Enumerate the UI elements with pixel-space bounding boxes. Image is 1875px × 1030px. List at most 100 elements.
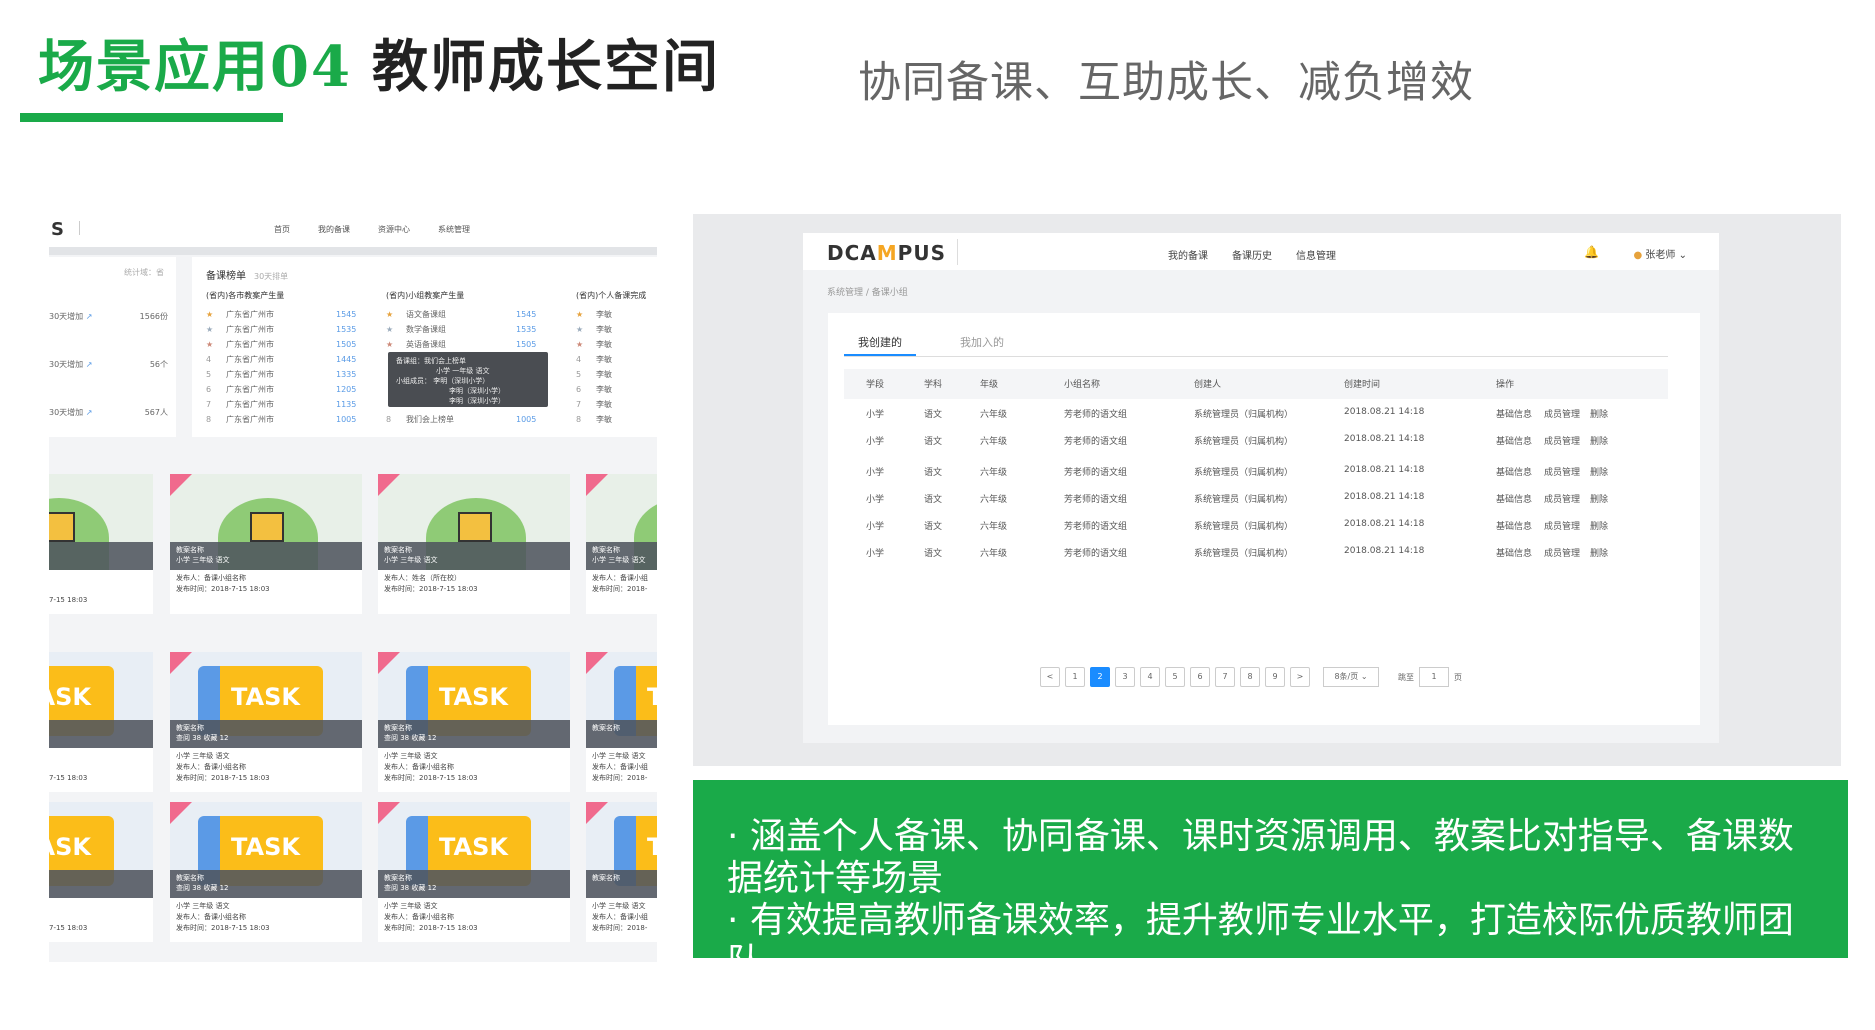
lesson-card[interactable]: TASK 教案名称 小学 三年级 语文发布人：备课小组发布时间：2018- [586, 802, 657, 942]
delete-link[interactable]: 删除 [1590, 465, 1608, 478]
stats-panel: 统计域：省 30天增加 ↗ 1566份 30天增加 ↗ 56个 30天增加 ↗ … [49, 257, 176, 437]
lesson-card[interactable]: 教案名称 小学 三年级 语文 发布人：姓名（所在校） 发布时间：2018-7-15 … [378, 474, 570, 614]
member-management-link[interactable]: 成员管理 [1544, 492, 1580, 505]
card-image: 教案名称 小学 三年级 语文 [586, 474, 657, 570]
medal-icon: ★ [576, 340, 584, 349]
table-cell: 2018.08.21 14:18 [1344, 519, 1425, 529]
tab-joined[interactable]: 我加入的 [946, 325, 1018, 356]
table-cell: 芳老师的语文组 [1064, 437, 1128, 447]
left-nav-resources[interactable]: 资源中心 [378, 224, 410, 235]
bell-icon[interactable]: 🔔 [1584, 245, 1599, 259]
page-number-button[interactable]: 8 [1240, 667, 1260, 687]
page-number-button[interactable]: 5 [1165, 667, 1185, 687]
lesson-card[interactable]: 教案名称 小学 三年级 语文 发布人：备课小组 发布时间：2018- [586, 474, 657, 614]
stat-item: 30天增加 ↗ 567人 [49, 407, 176, 418]
member-management-link[interactable]: 成员管理 [1544, 434, 1580, 447]
table-cell: 六年级 [980, 410, 1008, 420]
ranking-subtitle: 30天排单 [254, 272, 289, 281]
tab-created[interactable]: 我创建的 [844, 325, 916, 356]
table-cell: 系统管理员（归属机构） [1194, 468, 1294, 478]
next-page-button[interactable]: > [1290, 667, 1310, 687]
new-badge-icon [586, 652, 608, 674]
table-cell: 小学 [866, 410, 885, 420]
group-tooltip: 备课组：我们会上榜单 小学 一年级 语文 小组成员： 李明（深圳小学） 李明（深… [388, 352, 548, 407]
card-image: TASK [49, 652, 153, 748]
page-number-button[interactable]: 1 [1065, 667, 1085, 687]
trend-icon: ↗ [85, 360, 93, 369]
user-menu[interactable]: ● 张老师 ⌄ [1634, 246, 1688, 261]
right-navbar: DCAMPUS 我的备课 备课历史 信息管理 🔔 ● 张老师 ⌄ [803, 233, 1719, 270]
group-list-card: 我创建的 我加入的 学段 学科 年级 小组名称 创建人 创建时间 操作 小学 语文… [828, 313, 1700, 725]
ranking-panel: 备课榜单 30天排单 (省内)各市教案产生量 ★ 广东省广州市 1545 ★ 广东省广州… [192, 257, 657, 437]
page-number-button[interactable]: 2 [1090, 667, 1110, 687]
new-badge-icon [378, 652, 400, 674]
basic-info-link[interactable]: 基础信息 [1496, 519, 1532, 532]
nav-my-prep[interactable]: 我的备课 [1168, 247, 1208, 262]
lesson-card[interactable]: TASK 教案名称 查阅 38 收藏 12 小学 三年级 语文 发布人：备课小组名称… [378, 652, 570, 792]
rank-row: ★ 李敏 [576, 310, 612, 319]
basic-info-link[interactable]: 基础信息 [1496, 492, 1532, 505]
card-row: TASK 7-15 18:03 TASK 教案名称查阅 38 收藏 12 小学 … [49, 802, 657, 942]
card-image: TASK 教案名称 查阅 38 收藏 12 [170, 652, 362, 748]
delete-link[interactable]: 删除 [1590, 407, 1608, 420]
left-nav-links: 首页 我的备课 资源中心 系统管理 [274, 224, 470, 235]
basic-info-link[interactable]: 基础信息 [1496, 465, 1532, 478]
rank-row: ★ 李敏 [576, 325, 612, 334]
nav-prep-history[interactable]: 备课历史 [1232, 247, 1272, 262]
page-number-button[interactable]: 6 [1190, 667, 1210, 687]
table-row: 小学 语文 六年级 芳老师的语文组 系统管理员（归属机构） 2018.08.21 14:1… [844, 488, 1668, 508]
rank-row: 8 李敏 [576, 415, 612, 424]
member-management-link[interactable]: 成员管理 [1544, 546, 1580, 559]
lesson-card[interactable]: TASK 教案名称 查阅 38 收藏 12 小学 三年级 语文 发布人：备课小组名称… [378, 802, 570, 942]
member-management-link[interactable]: 成员管理 [1544, 465, 1580, 478]
left-nav-my-prep[interactable]: 我的备课 [318, 224, 350, 235]
goto-label: 跳至 [1398, 672, 1414, 682]
delete-link[interactable]: 删除 [1590, 434, 1608, 447]
lesson-card[interactable]: TASK 教案名称 小学 三年级 语文发布人：备课小组发布时间：2018- [586, 652, 657, 792]
basic-info-link[interactable]: 基础信息 [1496, 546, 1532, 559]
right-screenshot: DCAMPUS 我的备课 备课历史 信息管理 🔔 ● 张老师 ⌄ 系统管理 / … [693, 214, 1841, 766]
stats-label: 统计域：省 [124, 268, 164, 277]
page-number-button[interactable]: 7 [1215, 667, 1235, 687]
table-cell: 六年级 [980, 495, 1008, 505]
delete-link[interactable]: 删除 [1590, 492, 1608, 505]
left-nav-home[interactable]: 首页 [274, 224, 290, 235]
goto-page-input[interactable]: 1 [1419, 667, 1449, 687]
lesson-card[interactable]: 7-15 18:03 [49, 474, 153, 614]
left-navbar: S 首页 我的备课 资源中心 系统管理 [49, 212, 657, 247]
lesson-card[interactable]: TASK 7-15 18:03 [49, 652, 153, 792]
right-nav-links: 我的备课 备课历史 信息管理 [1168, 247, 1336, 262]
left-top-bar [49, 247, 657, 255]
page-size-select[interactable]: 8条/页 ⌄ [1323, 667, 1379, 687]
stat-item: 30天增加 ↗ 1566份 [49, 311, 176, 322]
page-number-button[interactable]: 3 [1115, 667, 1135, 687]
basic-info-link[interactable]: 基础信息 [1496, 407, 1532, 420]
stat-value: 1566份 [139, 312, 168, 321]
lesson-card[interactable]: TASK 教案名称 查阅 38 收藏 12 小学 三年级 语文 发布人：备课小组名称… [170, 802, 362, 942]
page-number-button[interactable]: 9 [1265, 667, 1285, 687]
lesson-card[interactable]: 教案名称 小学 三年级 语文 发布人：备课小组名称 发布时间：2018-7-15 1… [170, 474, 362, 614]
page-number-button[interactable]: 4 [1140, 667, 1160, 687]
new-badge-icon [170, 652, 192, 674]
table-cell: 芳老师的语文组 [1064, 549, 1128, 559]
nav-info-management[interactable]: 信息管理 [1296, 247, 1336, 262]
lesson-card[interactable]: TASK 教案名称 查阅 38 收藏 12 小学 三年级 语文 发布人：备课小组名称… [170, 652, 362, 792]
member-management-link[interactable]: 成员管理 [1544, 407, 1580, 420]
table-row: 小学 语文 六年级 芳老师的语文组 系统管理员（归属机构） 2018.08.21 14:1… [844, 403, 1668, 423]
delete-link[interactable]: 删除 [1590, 519, 1608, 532]
medal-icon: ★ [206, 340, 214, 349]
pagination: < 123456789 > 8条/页 ⌄ 跳至 1 页 [1040, 667, 1462, 687]
delete-link[interactable]: 删除 [1590, 546, 1608, 559]
left-nav-divider [79, 221, 80, 235]
prev-page-button[interactable]: < [1040, 667, 1060, 687]
lesson-card[interactable]: TASK 7-15 18:03 [49, 802, 153, 942]
member-management-link[interactable]: 成员管理 [1544, 519, 1580, 532]
table-cell: 系统管理员（归属机构） [1194, 495, 1294, 505]
ranking-column-city: (省内)各市教案产生量 ★ 广东省广州市 1545 ★ 广东省广州市 1535 ★ 广东省… [206, 290, 376, 427]
page-unit-label: 页 [1454, 672, 1462, 682]
basic-info-link[interactable]: 基础信息 [1496, 434, 1532, 447]
left-nav-system[interactable]: 系统管理 [438, 224, 470, 235]
chevron-down-icon: ⌄ [1678, 250, 1687, 261]
card-image [49, 474, 153, 570]
title-black: 教师成长空间 [372, 34, 720, 100]
